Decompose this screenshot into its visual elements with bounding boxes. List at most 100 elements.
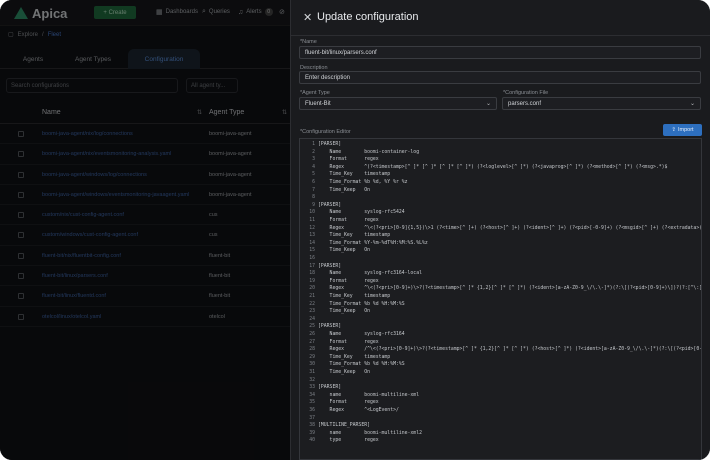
line-number: 26 xyxy=(309,332,315,337)
editor-line: 31 Time_Keep On xyxy=(300,370,701,377)
line-number: 36 xyxy=(309,408,315,413)
import-button[interactable]: ⇪ Import xyxy=(663,124,702,136)
editor-line: 9 [PARSER] xyxy=(300,202,701,210)
configuration-file-label: *Configuration File xyxy=(503,90,549,96)
configuration-file-select[interactable]: parsers.conf ⌄ xyxy=(502,97,701,110)
editor-line: 18 Name syslog-rfc3164-local xyxy=(300,271,701,278)
line-number: 8 xyxy=(312,195,315,201)
line-number: 4 xyxy=(312,164,315,170)
line-number: 35 xyxy=(309,400,315,406)
upload-icon: ⇪ xyxy=(671,127,676,133)
editor-line: 10 Name syslog-rfc5424 xyxy=(300,210,701,217)
editor-line: 33 [PARSER] xyxy=(300,385,701,392)
editor-line: 13 Time_Key timestamp xyxy=(300,233,701,240)
line-number: 28 xyxy=(309,347,315,353)
line-number: 38 xyxy=(309,423,315,429)
editor-line: 27 Format regex xyxy=(300,339,701,347)
editor-line: 5 Time_Key timestamp xyxy=(300,172,701,179)
line-text: name boomi-multiline-xml xyxy=(318,392,420,398)
line-number: 14 xyxy=(309,240,315,246)
chevron-down-icon: ⌄ xyxy=(689,101,695,107)
line-number: 12 xyxy=(309,225,315,231)
line-number: 37 xyxy=(309,415,315,421)
editor-line: 8 xyxy=(300,195,701,202)
line-number: 33 xyxy=(309,385,315,391)
line-text: Name boomi-container-log xyxy=(318,149,420,155)
chevron-down-icon: ⌄ xyxy=(485,101,491,107)
editor-line: 12 Regex ^\<(?<pri>[0-9]{1,5})\>1 (?<tim… xyxy=(300,225,701,233)
line-text: [PARSER] xyxy=(318,263,342,269)
line-text: Time_Format %b %d %H:%M:%S xyxy=(318,362,405,368)
editor-line: 19 Format regex xyxy=(300,278,701,286)
line-text: [PARSER] xyxy=(318,385,342,391)
editor-line: 29 Time_Key timestamp xyxy=(300,354,701,362)
editor-line: 22 Time_Format %b %d %H:%M:%S xyxy=(300,301,701,309)
editor-line: 36 Regex ^<LogEvent>/ xyxy=(300,408,701,415)
configuration-editor-label: *Configuration Editor xyxy=(300,129,351,135)
line-number: 23 xyxy=(309,309,315,315)
editor-line: 25 [PARSER] xyxy=(300,324,701,331)
line-text: Time_Format %b %d, %Y %r %z xyxy=(318,180,408,185)
line-text: [PARSER] xyxy=(318,202,342,208)
line-text: Format regex xyxy=(318,278,379,284)
name-field[interactable]: fluent-bit/linux/parsers.conf xyxy=(299,46,701,59)
editor-line: 1 [PARSER] xyxy=(300,142,701,149)
line-number: 3 xyxy=(312,157,315,163)
line-number: 6 xyxy=(312,180,315,185)
line-text: Regex ^<LogEvent>/ xyxy=(318,408,399,413)
agent-type-select[interactable]: Fluent-Bit ⌄ xyxy=(299,97,497,110)
agent-type-label: *Agent Type xyxy=(300,90,330,96)
line-text: Time_Format %Y-%m-%dT%H:%M:%S.%L%z xyxy=(318,240,428,246)
line-text: Format regex xyxy=(318,339,379,345)
line-number: 40 xyxy=(309,438,315,444)
line-text: Time_Keep On xyxy=(318,187,370,193)
editor-line: 3 Format regex xyxy=(300,157,701,164)
editor-line: 30 Time_Format %b %d %H:%M:%S xyxy=(300,362,701,369)
line-text: Time_Key timestamp xyxy=(318,294,391,299)
line-text: Regex ^(?<timestamp>[^ ]* [^ ]* [^ ]* [^… xyxy=(318,164,668,170)
editor-line: 37 xyxy=(300,415,701,423)
line-text: [PARSER] xyxy=(318,142,342,147)
line-number: 9 xyxy=(312,202,315,208)
editor-line: 28 Regex /^\<(?<pri>[0-9]+)\>?(?<timesta… xyxy=(300,347,701,354)
line-text: Format regex xyxy=(318,400,379,406)
editor-line: 11 Format regex xyxy=(300,218,701,225)
line-text: [MULTILINE_PARSER] xyxy=(318,423,370,429)
configuration-editor[interactable]: 1 [PARSER] 2 Name boomi-container-log 3 For… xyxy=(299,138,702,460)
line-number: 30 xyxy=(309,362,315,368)
editor-line: 15 Time_Keep On xyxy=(300,248,701,255)
editor-line: 14 Time_Format %Y-%m-%dT%H:%M:%S.%L%z xyxy=(300,240,701,248)
modal-backdrop[interactable] xyxy=(0,0,290,460)
editor-line: 2 Name boomi-container-log xyxy=(300,149,701,157)
line-text: Name syslog-rfc3164-local xyxy=(318,271,422,277)
editor-line: 26 Name syslog-rfc3164 xyxy=(300,332,701,339)
line-text: name boomi-multiline-xml2 xyxy=(318,430,422,436)
editor-line: 6 Time_Format %b %d, %Y %r %z xyxy=(300,180,701,187)
description-field[interactable]: Enter description xyxy=(299,71,701,84)
close-icon[interactable]: ✕ xyxy=(303,11,312,24)
line-number: 22 xyxy=(309,301,315,307)
line-number: 25 xyxy=(309,324,315,330)
line-text: Name syslog-rfc5424 xyxy=(318,210,405,216)
line-number: 21 xyxy=(309,294,315,299)
editor-line: 32 xyxy=(300,378,701,385)
line-number: 15 xyxy=(309,248,315,254)
line-number: 16 xyxy=(309,256,315,261)
line-number: 17 xyxy=(309,263,315,269)
line-text: Regex ^\<(?<pri>[0-9]+)\>?(?<timestamp>[… xyxy=(329,286,702,292)
line-number: 10 xyxy=(309,210,315,216)
line-number: 1 xyxy=(312,142,315,147)
name-label: *Name xyxy=(300,39,317,45)
line-number: 13 xyxy=(309,233,315,239)
line-number: 11 xyxy=(309,218,315,223)
editor-line: 39 name boomi-multiline-xml2 xyxy=(300,430,701,438)
editor-line: 7 Time_Keep On xyxy=(300,187,701,195)
line-text: type regex xyxy=(318,438,379,444)
update-configuration-panel: ✕ Update configuration *Name fluent-bit/… xyxy=(290,0,710,460)
line-number: 2 xyxy=(312,149,315,155)
line-number: 39 xyxy=(309,430,315,436)
panel-title: Update configuration xyxy=(317,11,419,23)
line-text: Time_Key timestamp xyxy=(318,354,391,360)
editor-line: 40 type regex xyxy=(300,438,701,445)
panel-header: ✕ Update configuration xyxy=(291,0,710,36)
